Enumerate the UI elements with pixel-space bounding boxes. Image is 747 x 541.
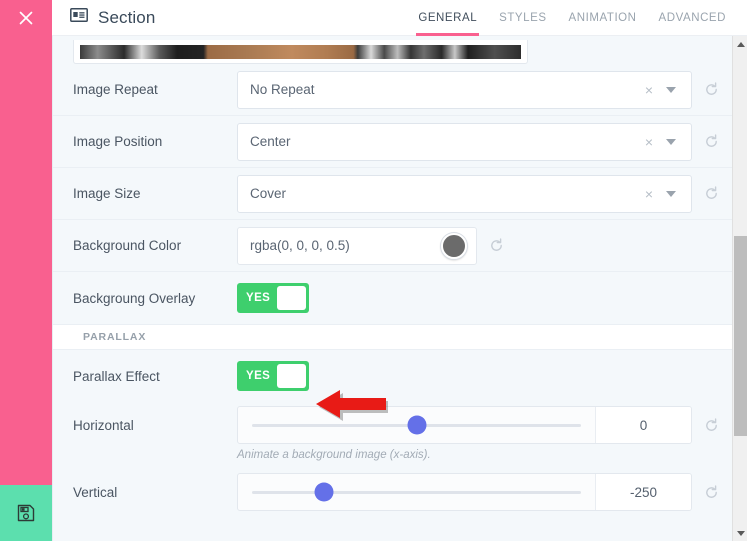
image-repeat-clear-icon[interactable]: ×	[636, 83, 662, 97]
vertical-slider-knob[interactable]	[315, 483, 334, 502]
image-position-clear-icon[interactable]: ×	[636, 135, 662, 149]
horizontal-value-input[interactable]: 0	[595, 407, 691, 443]
label-image-repeat: Image Repeat	[73, 82, 237, 97]
row-image-size: Image Size Cover ×	[53, 168, 732, 220]
row-image-repeat: Image Repeat No Repeat ×	[53, 64, 732, 116]
image-position-value: Center	[250, 134, 636, 149]
background-overlay-toggle-label: YES	[240, 292, 277, 304]
parallax-effect-toggle[interactable]: YES	[237, 361, 309, 391]
image-size-clear-icon[interactable]: ×	[636, 187, 662, 201]
page-title: Section	[98, 8, 155, 28]
save-button[interactable]	[0, 485, 52, 541]
image-position-reset-icon[interactable]	[704, 134, 719, 149]
settings-panel: Section GENERAL STYLES ANIMATION ADVANCE…	[52, 0, 747, 541]
label-horizontal: Horizontal	[73, 418, 237, 433]
field-image-repeat: No Repeat ×	[237, 71, 732, 109]
close-icon	[18, 10, 34, 26]
background-image-preview[interactable]	[73, 40, 528, 64]
horizontal-reset-icon[interactable]	[704, 418, 719, 433]
vertical-slider-track	[252, 491, 581, 494]
chevron-down-icon[interactable]	[666, 139, 676, 145]
close-panel-button[interactable]	[0, 0, 52, 36]
parallax-effect-toggle-label: YES	[240, 370, 277, 382]
label-image-size: Image Size	[73, 186, 237, 201]
row-vertical: Vertical -250	[53, 469, 732, 515]
vertical-scrollbar[interactable]	[732, 36, 747, 541]
row-horizontal: Horizontal 0	[53, 402, 732, 448]
background-color-reset-icon[interactable]	[489, 238, 504, 253]
field-image-size: Cover ×	[237, 175, 732, 213]
save-floppy-icon	[16, 503, 36, 523]
parallax-section-heading: PARALLAX	[53, 324, 732, 350]
image-size-reset-icon[interactable]	[704, 186, 719, 201]
image-repeat-select[interactable]: No Repeat ×	[237, 71, 692, 109]
vertical-slider-group: -250	[237, 473, 692, 511]
field-background-overlay: YES	[237, 283, 732, 313]
image-size-value: Cover	[250, 186, 636, 201]
background-image-preview-row	[53, 36, 732, 64]
tab-animation[interactable]: ANIMATION	[558, 0, 648, 36]
tab-advanced[interactable]: ADVANCED	[648, 0, 737, 36]
background-image-thumbnail	[80, 45, 521, 59]
horizontal-slider[interactable]	[238, 407, 595, 443]
row-background-overlay: Backgroung Overlay YES	[53, 272, 732, 324]
field-parallax-effect: YES	[237, 361, 732, 391]
settings-content: Image Repeat No Repeat ×	[53, 36, 732, 541]
vertical-slider[interactable]	[238, 474, 595, 510]
horizontal-slider-group: 0	[237, 406, 692, 444]
horizontal-help-text: Animate a background image (x-axis).	[53, 448, 732, 469]
scroll-down-arrow-icon	[737, 531, 745, 536]
field-image-position: Center ×	[237, 123, 732, 161]
horizontal-slider-knob[interactable]	[407, 416, 426, 435]
label-parallax-effect: Parallax Effect	[73, 369, 237, 384]
image-size-select[interactable]: Cover ×	[237, 175, 692, 213]
row-parallax-effect: Parallax Effect YES	[53, 350, 732, 402]
panel-title-group: Section	[52, 8, 155, 28]
scroll-up-arrow[interactable]	[733, 36, 747, 52]
field-horizontal: 0	[237, 406, 732, 444]
field-background-color: rgba(0, 0, 0, 0.5)	[237, 227, 732, 265]
horizontal-slider-track	[252, 424, 581, 427]
label-image-position: Image Position	[73, 134, 237, 149]
section-card-icon	[70, 8, 88, 27]
image-repeat-value: No Repeat	[250, 82, 636, 97]
tab-bar: GENERAL STYLES ANIMATION ADVANCED	[407, 0, 747, 36]
background-color-value: rgba(0, 0, 0, 0.5)	[250, 238, 441, 253]
panel-header: Section GENERAL STYLES ANIMATION ADVANCE…	[52, 0, 747, 36]
toggle-knob	[277, 286, 306, 310]
toggle-knob	[277, 364, 306, 388]
background-color-input[interactable]: rgba(0, 0, 0, 0.5)	[237, 227, 477, 265]
tab-animation-label: ANIMATION	[569, 12, 637, 24]
scroll-thumb[interactable]	[734, 236, 747, 436]
tab-styles-label: STYLES	[499, 12, 546, 24]
field-vertical: -250	[237, 473, 732, 511]
label-background-color: Background Color	[73, 238, 237, 253]
label-vertical: Vertical	[73, 485, 237, 500]
image-repeat-reset-icon[interactable]	[704, 82, 719, 97]
label-background-overlay: Backgroung Overlay	[73, 291, 237, 306]
tab-general[interactable]: GENERAL	[407, 0, 488, 36]
vertical-value-input[interactable]: -250	[595, 474, 691, 510]
tab-general-label: GENERAL	[418, 12, 477, 24]
chevron-down-icon[interactable]	[666, 191, 676, 197]
row-background-color: Background Color rgba(0, 0, 0, 0.5)	[53, 220, 732, 272]
tab-advanced-label: ADVANCED	[659, 12, 726, 24]
vertical-reset-icon[interactable]	[704, 485, 719, 500]
color-swatch[interactable]	[441, 233, 467, 259]
background-overlay-toggle[interactable]: YES	[237, 283, 309, 313]
tab-styles[interactable]: STYLES	[488, 0, 557, 36]
scroll-up-arrow-icon	[737, 42, 745, 47]
chevron-down-icon[interactable]	[666, 87, 676, 93]
left-toolbar	[0, 0, 52, 541]
image-position-select[interactable]: Center ×	[237, 123, 692, 161]
scroll-down-arrow[interactable]	[733, 525, 747, 541]
editor-window: Section GENERAL STYLES ANIMATION ADVANCE…	[0, 0, 747, 541]
settings-scroll-area: Image Repeat No Repeat ×	[52, 36, 747, 541]
row-image-position: Image Position Center ×	[53, 116, 732, 168]
